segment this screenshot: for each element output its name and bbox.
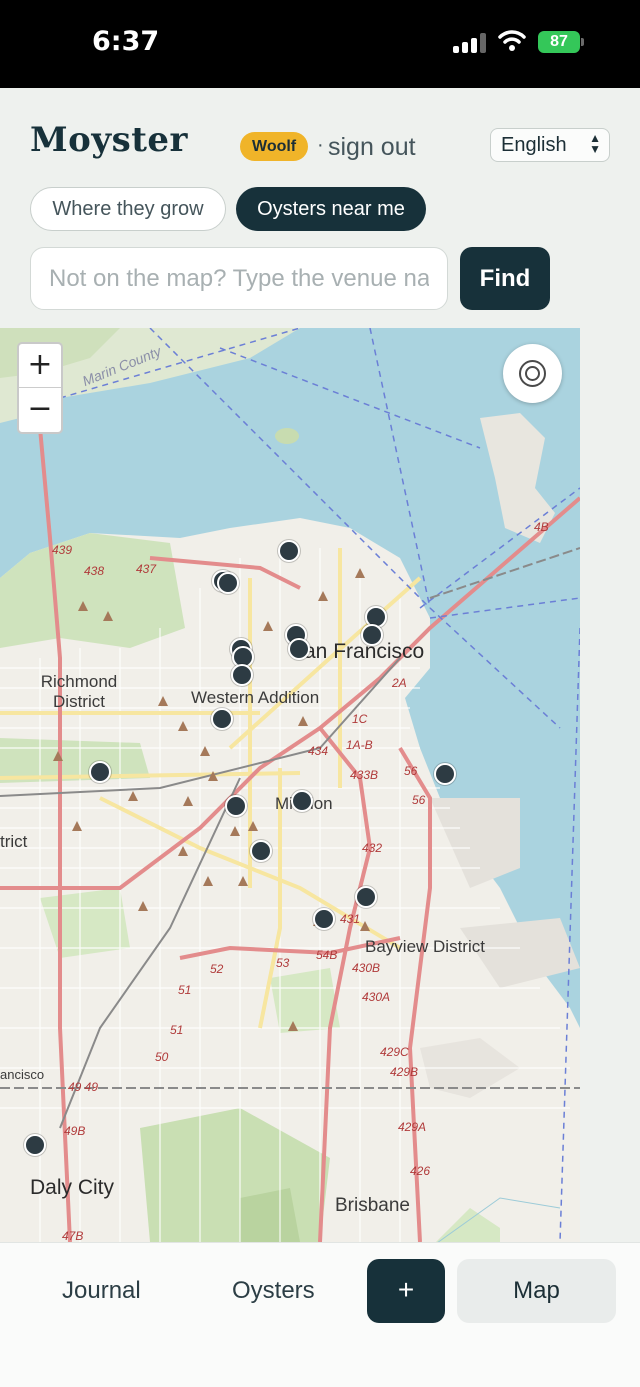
map-label-brisbane: Brisbane [335,1195,410,1216]
road-label: 50 [155,1050,169,1064]
road-label: 54B [316,948,338,962]
nav-map[interactable]: Map [457,1259,616,1323]
zoom-out-button[interactable]: − [19,388,61,432]
road-label: 433B [350,768,379,782]
venue-pin[interactable] [361,624,383,646]
chevron-updown-icon: ▲ ▼ [589,131,601,156]
map-label-richmond: Richmond District [40,672,118,711]
map-tiles [0,328,580,1242]
venue-pin[interactable] [291,790,313,812]
battery-icon: 87 [538,31,580,53]
venue-pin[interactable] [24,1134,46,1156]
venue-pin[interactable] [313,908,335,930]
road-label: 49 49 [68,1080,99,1094]
road-label: 2A [392,676,407,690]
road-label: 56 [412,793,426,807]
road-label: 430A [362,990,391,1004]
map-label-sf-fragment: ancisco [0,1067,45,1082]
map-label-district-fragment: trict [0,832,28,851]
separator-dot: · [317,134,324,156]
map-label-san-francisco: San Francisco [290,640,425,663]
map-label-daly-city: Daly City [30,1176,115,1199]
road-label: 429B [390,1065,419,1079]
venue-pin[interactable] [355,886,377,908]
venue-pin[interactable] [225,795,247,817]
find-button[interactable]: Find [460,247,550,310]
nav-oysters[interactable]: Oysters [232,1277,315,1305]
map-label-bayview: Bayview District [365,937,485,956]
road-label: 429C [380,1045,409,1059]
user-badge[interactable]: Woolf [240,132,309,161]
venue-pin[interactable] [278,540,300,562]
venue-pin[interactable] [250,840,272,862]
road-label: 49B [64,1124,86,1138]
road-label: 4B [534,520,549,534]
brand-logo[interactable]: Moyster [30,120,188,160]
sign-out-link[interactable]: sign out [328,133,416,162]
venue-pin[interactable] [217,572,239,594]
map-view[interactable]: 439 438 437 2A 1C 1A-B 434 433B 56 56 43… [0,328,580,1242]
road-label: 1C [352,712,368,726]
road-label: 438 [84,564,105,578]
road-label: 426 [410,1164,431,1178]
road-label: 52 [210,962,224,976]
tab-where-they-grow[interactable]: Where they grow [30,187,226,231]
locate-button[interactable] [503,344,562,403]
venue-pin[interactable] [434,763,456,785]
map-side-strip [580,328,640,1242]
add-button[interactable]: + [367,1259,445,1323]
road-label: 53 [276,956,290,970]
bottom-nav: Journal Oysters + Map [0,1242,640,1387]
road-label: 439 [52,543,73,557]
signal-icon [453,33,487,53]
road-label: 437 [136,562,157,576]
venue-pin[interactable] [89,761,111,783]
status-time: 6:37 [92,26,160,57]
venue-pin[interactable] [211,708,233,730]
venue-search-input[interactable] [30,247,448,310]
road-label: 51 [178,983,192,997]
nav-journal[interactable]: Journal [62,1277,141,1305]
venue-pin[interactable] [288,638,310,660]
app-header: Moyster Woolf · sign out English ▲ ▼ Wher… [0,88,640,328]
language-select[interactable]: English ▲ ▼ [490,128,610,162]
language-value: English [501,134,567,156]
road-label: 47B [62,1229,84,1242]
road-label: 56 [404,764,418,778]
wifi-icon [498,30,526,51]
zoom-in-button[interactable]: + [19,344,61,388]
venue-pin[interactable] [231,664,253,686]
road-label: 434 [308,744,329,758]
road-label: 432 [362,841,383,855]
status-bar: 6:37 87 [0,0,640,88]
map-label-western-addition: Western Addition [191,688,320,707]
road-label: 429A [398,1120,427,1134]
road-label: 1A-B [346,738,373,752]
battery-nub [581,38,584,46]
tab-oysters-near-me[interactable]: Oysters near me [236,187,426,231]
zoom-control: + − [17,342,63,434]
road-label: 431 [340,912,361,926]
locate-icon-inner [525,366,540,381]
road-label: 430B [352,961,381,975]
road-label: 51 [170,1023,184,1037]
